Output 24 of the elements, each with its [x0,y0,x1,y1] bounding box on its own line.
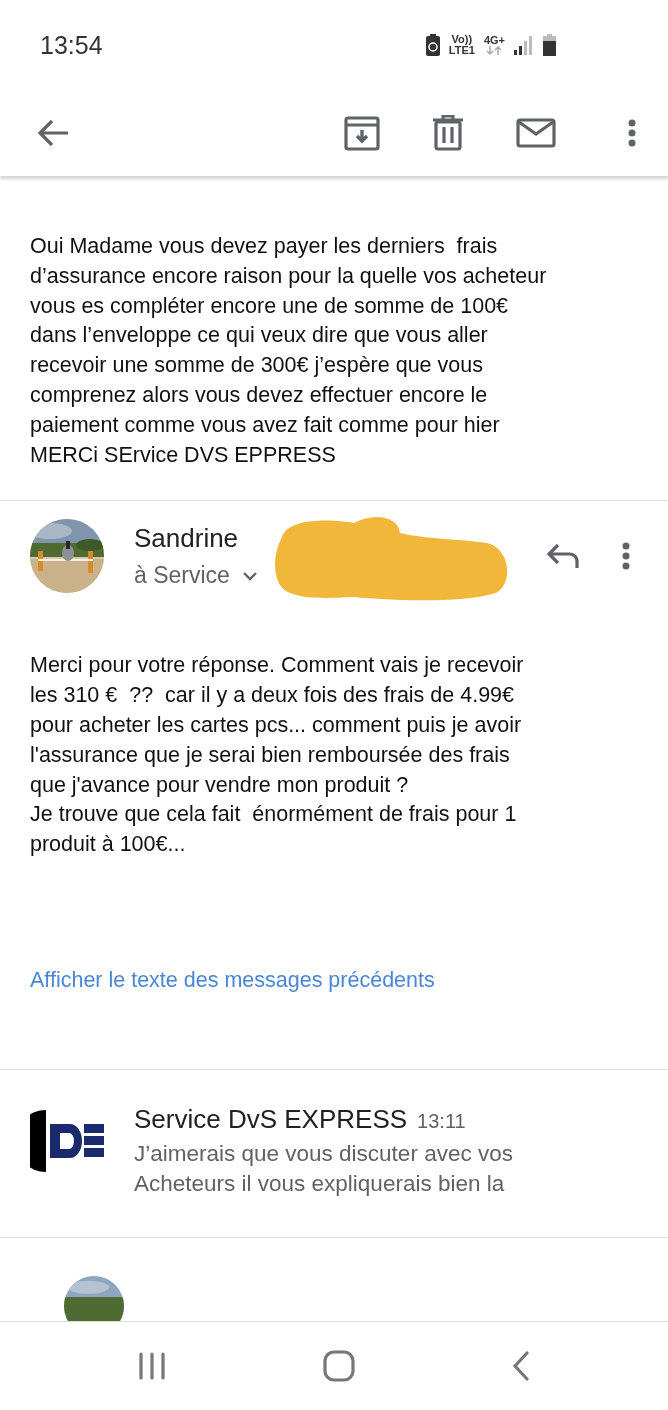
more-options-button[interactable] [626,117,638,149]
battery-icon [543,34,556,56]
show-quoted-text-link[interactable]: Afficher le texte des messages précédents [30,967,435,993]
archive-button[interactable] [342,113,382,153]
data-arrows-icon [486,46,503,55]
message-body: Oui Madame vous devez payer les derniers frais d’assurance encore raison pour la quelle vos acheteur vous es compléter encore une de somme de 100€ dans l’enveloppe ce qui veux dire que vous aller recevoir une somme de 300€ j’espère que vous comprenez alors vous devez effectuer encore le paiement comme vous avez fait comme pour hier MERCi SErvice DVS EPPRESS [30,233,548,469]
recipient-toggle[interactable]: à Service [134,562,258,590]
message-body: Merci pour votre réponse. Comment vais je recevoir les 310 € ?? car il y a deux fois des frais de 4.99€ pour acheter les cartes pcs... comment puis je avoir l'assurance que je serai bien remboursée des frais que j'avance pour vendre mon produit ? Je trouve que cela fait énormément de frais pour 1 produit à 100€... [30,652,525,859]
battery-saver-icon [425,34,440,56]
network-type-label: 4G+ [483,35,505,46]
home-button[interactable] [323,1350,355,1382]
sender-name: Service DvS EXPRESS [134,1103,408,1135]
lte-label: LTE1 [448,45,475,56]
sender-name: Sandrine [134,523,239,555]
signal-icon [514,35,534,55]
chevron-icon [241,570,258,581]
back-nav-button[interactable] [511,1351,530,1381]
volte-label: Vo)) [451,34,473,45]
delete-button[interactable] [430,113,466,153]
message-time: 13:11 [417,1109,466,1133]
message-snippet: J’aimerais que vous discuter avec vos Acheteurs il vous expliquerais bien la [134,1139,514,1198]
recent-apps-button[interactable] [138,1352,167,1380]
mail-button[interactable] [514,116,558,150]
clock-time: 13:54 [40,30,103,60]
